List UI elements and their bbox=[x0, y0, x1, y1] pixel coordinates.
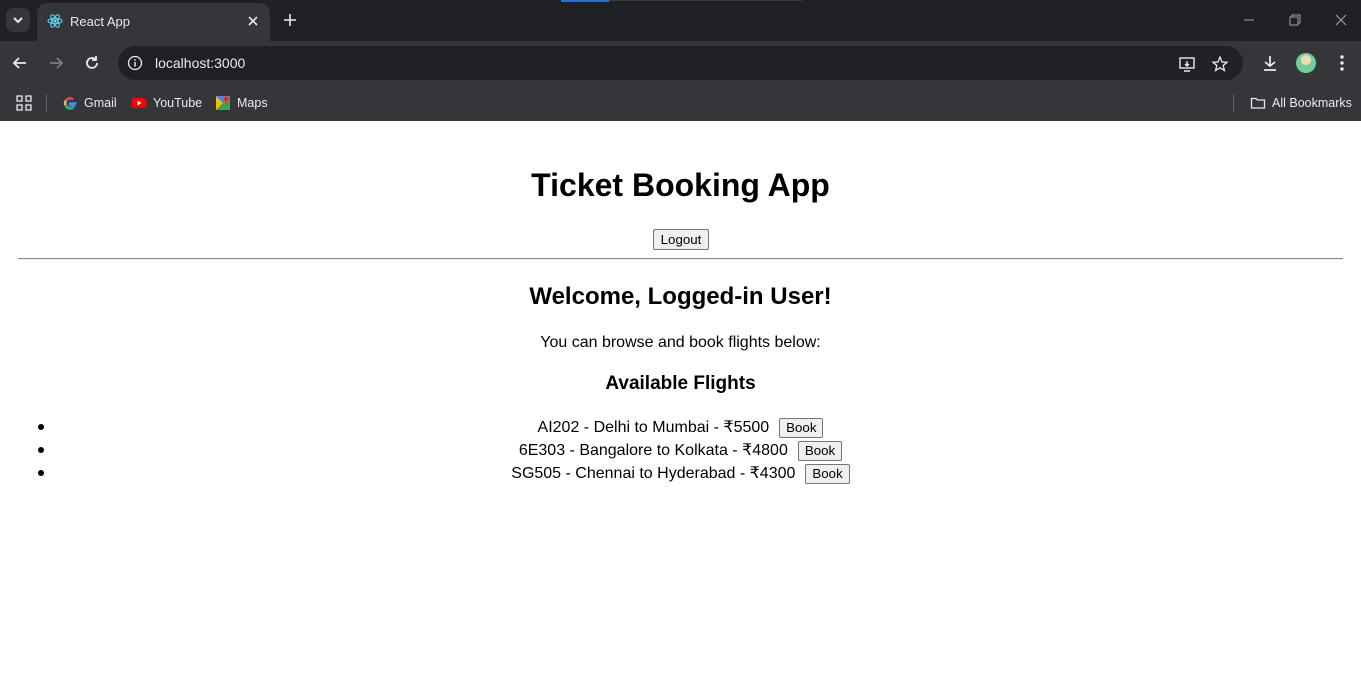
all-bookmarks-label: All Bookmarks bbox=[1272, 96, 1352, 110]
book-button[interactable]: Book bbox=[779, 417, 824, 438]
flight-item: AI202 - Delhi to Mumbai - ₹5500 Book bbox=[0, 416, 1361, 439]
intro-text: You can browse and book flights below: bbox=[540, 334, 821, 351]
react-icon bbox=[47, 14, 63, 28]
tab-strip-line bbox=[609, 0, 802, 1]
address-bar[interactable]: localhost:3000 bbox=[118, 46, 1243, 80]
flight-item: SG505 - Chennai to Hyderabad - ₹4300 Boo… bbox=[0, 462, 1361, 485]
minimize-icon[interactable] bbox=[1241, 12, 1257, 28]
folder-icon bbox=[1250, 97, 1266, 109]
bookmark-youtube[interactable]: YouTube bbox=[131, 93, 202, 113]
install-app-icon[interactable] bbox=[1178, 55, 1196, 73]
list-bullet bbox=[38, 470, 44, 476]
more-menu-icon[interactable] bbox=[1332, 53, 1352, 73]
logout-button[interactable]: Logout bbox=[653, 229, 709, 250]
flight-text: SG505 - Chennai to Hyderabad - ₹4300 bbox=[511, 465, 796, 482]
flight-item: 6E303 - Bangalore to Kolkata - ₹4800 Boo… bbox=[0, 439, 1361, 462]
gmail-icon bbox=[63, 97, 77, 110]
restore-icon[interactable] bbox=[1287, 12, 1303, 28]
apps-grid-icon[interactable] bbox=[16, 95, 32, 111]
window-close-icon[interactable] bbox=[1333, 12, 1349, 28]
youtube-icon bbox=[131, 98, 147, 108]
close-icon[interactable] bbox=[246, 14, 260, 28]
download-icon[interactable] bbox=[1260, 53, 1280, 73]
book-button[interactable]: Book bbox=[797, 440, 843, 461]
new-tab-icon[interactable] bbox=[281, 11, 299, 29]
book-button[interactable]: Book bbox=[805, 463, 850, 484]
tab-bar: React App bbox=[0, 0, 1361, 41]
divider bbox=[18, 258, 1343, 260]
bookmark-gmail[interactable]: Gmail bbox=[62, 93, 117, 113]
list-bullet bbox=[38, 447, 44, 453]
flight-list: AI202 - Delhi to Mumbai - ₹5500 Book 6E3… bbox=[0, 416, 1361, 485]
bookmark-star-icon[interactable] bbox=[1211, 55, 1229, 73]
chevron-down-icon bbox=[13, 17, 23, 24]
flight-text: AI202 - Delhi to Mumbai - ₹5500 bbox=[537, 419, 770, 436]
bookmark-maps[interactable]: Maps bbox=[215, 93, 268, 113]
flights-heading: Available Flights bbox=[605, 373, 756, 394]
bookmarks-separator bbox=[46, 94, 47, 112]
tab-strip-indicator bbox=[561, 0, 609, 2]
bookmark-label: Maps bbox=[237, 96, 268, 110]
maps-icon bbox=[216, 96, 230, 110]
flight-text: 6E303 - Bangalore to Kolkata - ₹4800 bbox=[518, 442, 788, 459]
bookmark-label: Gmail bbox=[84, 96, 117, 110]
all-bookmarks-button[interactable]: All Bookmarks bbox=[1250, 93, 1352, 113]
bookmark-label: YouTube bbox=[153, 96, 203, 110]
bookmarks-bar: Gmail YouTube Maps All Bookmarks bbox=[0, 85, 1361, 121]
profile-avatar[interactable] bbox=[1296, 53, 1316, 73]
url-text[interactable]: localhost:3000 bbox=[155, 55, 245, 71]
page-title: Ticket Booking App bbox=[531, 167, 830, 203]
forward-arrow-icon[interactable] bbox=[46, 53, 66, 73]
bookmarks-separator bbox=[1233, 94, 1234, 112]
site-info-icon[interactable] bbox=[127, 55, 143, 71]
welcome-heading: Welcome, Logged-in User! bbox=[529, 283, 832, 310]
reload-icon[interactable] bbox=[82, 53, 102, 73]
browser-toolbar: localhost:3000 bbox=[0, 41, 1361, 85]
back-arrow-icon[interactable] bbox=[10, 53, 30, 73]
tab-title: React App bbox=[70, 14, 130, 29]
tab-search-button[interactable] bbox=[6, 8, 30, 32]
list-bullet bbox=[38, 424, 44, 430]
page-content: Ticket Booking App Logout Welcome, Logge… bbox=[0, 121, 1361, 696]
tab-react-app[interactable]: React App bbox=[37, 3, 270, 41]
